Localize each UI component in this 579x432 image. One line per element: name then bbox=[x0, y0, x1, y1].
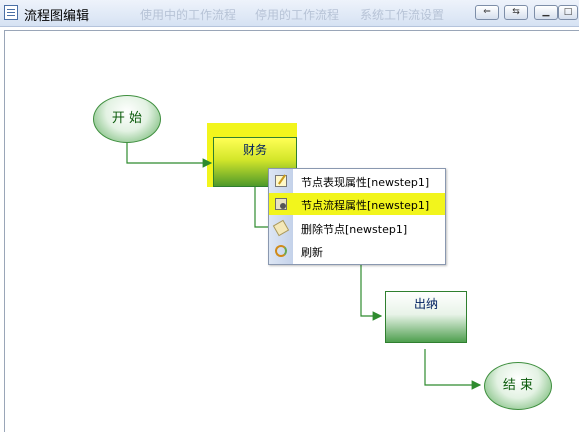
connector-cashier-end bbox=[424, 349, 482, 390]
node-end[interactable]: 结 束 bbox=[484, 362, 552, 410]
back-button[interactable]: ⇐ bbox=[475, 5, 499, 20]
eraser-icon bbox=[272, 219, 290, 237]
app-icon bbox=[4, 5, 18, 20]
refresh-arrows-icon: ⇆ bbox=[512, 7, 520, 17]
maximize-button[interactable]: □ bbox=[558, 5, 578, 20]
connector-start-finance bbox=[126, 141, 213, 168]
minimize-button[interactable]: ▁ bbox=[534, 5, 558, 20]
menu-item-delete-node[interactable]: 删除节点[newstep1] bbox=[269, 217, 445, 239]
restore-button[interactable]: ⇆ bbox=[504, 5, 528, 20]
properties-icon bbox=[275, 198, 287, 210]
edit-icon bbox=[275, 174, 287, 187]
node-start[interactable]: 开 始 bbox=[93, 95, 161, 143]
node-cashier[interactable]: 出纳 bbox=[385, 291, 467, 343]
tab-system-workflow-settings[interactable]: 系统工作流设置 bbox=[360, 6, 444, 23]
arrows-icon: ⇐ bbox=[483, 7, 491, 17]
tab-disabled-workflows[interactable]: 停用的工作流程 bbox=[255, 6, 339, 23]
context-menu: 节点表现属性[newstep1] 节点流程属性[newstep1] 删除节点[n… bbox=[268, 168, 446, 265]
menu-item-refresh[interactable]: 刷新 bbox=[269, 240, 445, 262]
tab-active-workflows[interactable]: 使用中的工作流程 bbox=[140, 6, 236, 23]
maximize-icon: □ bbox=[563, 7, 573, 17]
minimize-icon: ▁ bbox=[542, 7, 550, 17]
title-bar: 流程图编辑 使用中的工作流程 停用的工作流程 系统工作流设置 ⇐ ⇆ ▁ □ bbox=[0, 0, 579, 27]
menu-item-node-display-properties[interactable]: 节点表现属性[newstep1] bbox=[269, 170, 445, 192]
menu-item-node-flow-properties[interactable]: 节点流程属性[newstep1] bbox=[269, 193, 445, 215]
window-title: 流程图编辑 bbox=[24, 9, 90, 24]
refresh-icon bbox=[275, 245, 287, 257]
